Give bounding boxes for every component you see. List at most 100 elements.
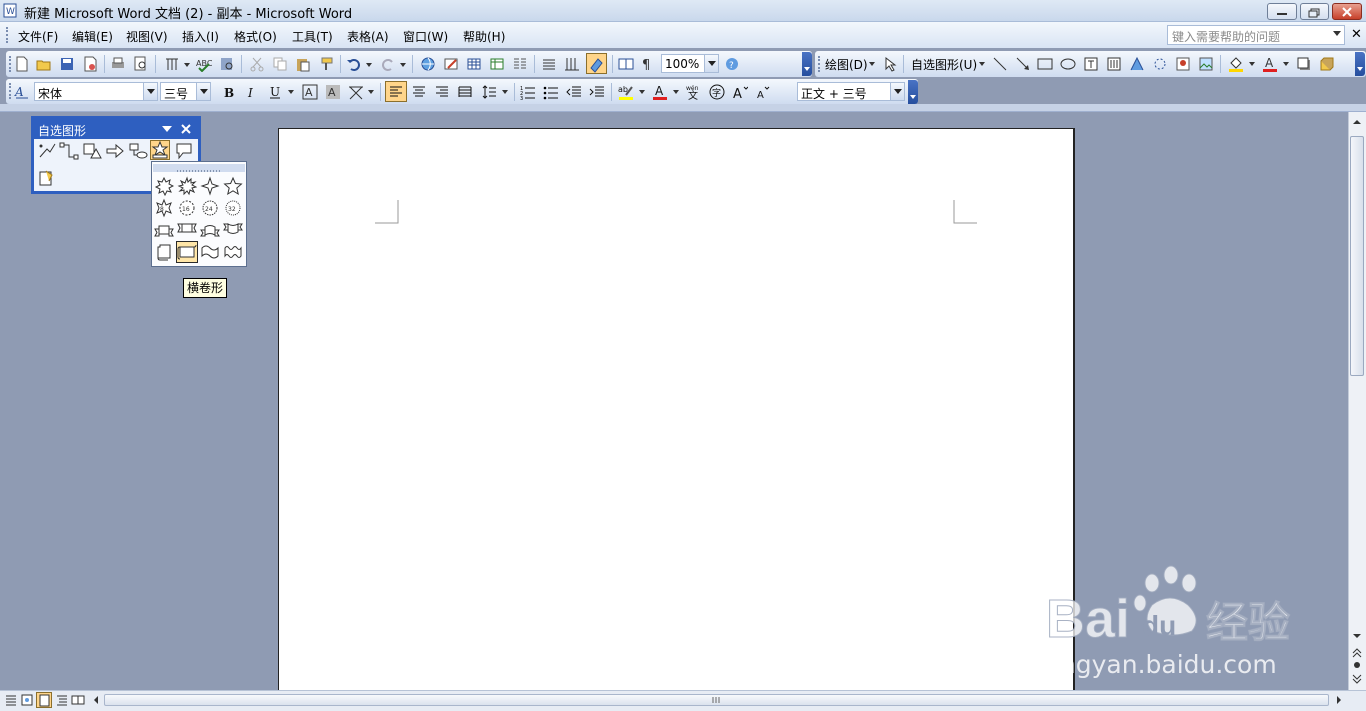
reading-layout-view-icon[interactable] xyxy=(71,693,85,707)
outline-view-icon[interactable] xyxy=(55,693,69,707)
4-point-star-icon[interactable] xyxy=(200,176,220,196)
drawing-toolbar-options-icon[interactable] xyxy=(1355,52,1365,76)
format-painter-icon[interactable] xyxy=(318,56,334,72)
scroll-up-icon[interactable] xyxy=(1350,114,1364,130)
line-icon[interactable] xyxy=(992,56,1008,72)
normal-view-icon[interactable] xyxy=(4,693,18,707)
help-dropdown-icon[interactable] xyxy=(1333,31,1341,36)
curved-down-ribbon-icon[interactable] xyxy=(223,220,243,240)
web-layout-view-icon[interactable] xyxy=(20,693,34,707)
grow-font-icon[interactable]: A xyxy=(732,84,749,102)
close-document-icon[interactable]: ✕ xyxy=(1351,27,1362,42)
print-layout-view-icon[interactable] xyxy=(36,692,52,708)
vertical-textbox-icon[interactable] xyxy=(1106,56,1122,72)
shadow-style-icon[interactable] xyxy=(1296,56,1312,72)
columns-icon[interactable] xyxy=(512,56,528,72)
style-combo[interactable]: 正文 + 三号 xyxy=(797,82,905,101)
vertical-scroll-icon[interactable] xyxy=(154,242,174,262)
save-icon[interactable] xyxy=(59,56,75,72)
bullets-icon[interactable] xyxy=(543,84,559,100)
font-name-dropdown-icon[interactable] xyxy=(143,83,157,100)
read-icon[interactable] xyxy=(618,56,634,72)
scroll-down-icon[interactable] xyxy=(1350,628,1364,644)
standard-toolbar-grip[interactable] xyxy=(9,56,11,72)
styles-formatting-icon[interactable]: A xyxy=(14,83,30,99)
character-scaling-icon[interactable] xyxy=(348,84,364,100)
spelling-icon[interactable]: ABC xyxy=(196,56,213,73)
menu-edit[interactable]: 编辑(E) xyxy=(72,28,113,45)
autoshapes-dropdown-icon[interactable] xyxy=(979,62,985,66)
redo-dropdown-icon[interactable] xyxy=(400,63,406,67)
more-autoshapes-icon[interactable] xyxy=(37,169,57,189)
wave-icon[interactable] xyxy=(200,242,220,262)
select-browse-object-icon[interactable] xyxy=(1350,659,1364,671)
numbering-icon[interactable]: 123 xyxy=(520,84,536,102)
font-color-format-icon[interactable]: A xyxy=(652,83,668,100)
undo-icon[interactable] xyxy=(346,56,362,72)
up-ribbon-icon[interactable] xyxy=(154,220,174,240)
line-spacing-dropdown-icon[interactable] xyxy=(502,90,508,94)
character-scaling-dropdown-icon[interactable] xyxy=(368,90,374,94)
help-search-input[interactable]: 键入需要帮助的问题 xyxy=(1167,25,1345,45)
undo-dropdown-icon[interactable] xyxy=(366,63,372,67)
cut-icon[interactable] xyxy=(249,56,265,72)
fill-color-icon[interactable] xyxy=(1228,55,1244,72)
italic-icon[interactable]: I xyxy=(244,84,260,100)
highlight-dropdown-icon[interactable] xyxy=(639,90,645,94)
connectors-icon[interactable] xyxy=(59,141,79,161)
insert-excel-icon[interactable] xyxy=(489,56,505,72)
menu-file[interactable]: 文件(F) xyxy=(18,28,58,45)
menu-view[interactable]: 视图(V) xyxy=(126,28,168,45)
menu-table[interactable]: 表格(A) xyxy=(347,28,389,45)
formatting-toolbar-grip[interactable] xyxy=(9,83,11,99)
help-icon[interactable]: ? xyxy=(724,56,740,72)
5-point-star-icon[interactable] xyxy=(223,176,243,196)
explosion-2-icon[interactable] xyxy=(177,176,198,196)
font-color-icon[interactable]: A xyxy=(1262,55,1278,72)
autoshapes-menu-button[interactable]: 自选图形(U) xyxy=(911,56,977,73)
paste-icon[interactable] xyxy=(295,56,311,72)
align-right-icon[interactable] xyxy=(434,84,450,100)
menu-help[interactable]: 帮助(H) xyxy=(463,28,505,45)
font-size-combo[interactable]: 三号 xyxy=(160,82,211,101)
character-border-icon[interactable]: A xyxy=(302,84,318,100)
drawing-toggle-icon[interactable] xyxy=(586,53,607,74)
next-page-icon[interactable] xyxy=(1350,671,1364,687)
stars-banners-icon[interactable] xyxy=(150,140,170,160)
lines-icon[interactable] xyxy=(37,141,57,161)
draw-menu-button[interactable]: 绘图(D) xyxy=(825,56,868,73)
formatting-toolbar-options-icon[interactable] xyxy=(908,80,918,104)
enclose-characters-icon[interactable]: 字 xyxy=(709,84,725,100)
zoom-dropdown-icon[interactable] xyxy=(704,55,718,72)
zoom-combo[interactable]: 100% xyxy=(661,54,719,73)
clip-art-icon[interactable] xyxy=(1175,56,1191,72)
font-name-combo[interactable]: 宋体 xyxy=(34,82,158,101)
arrow-icon[interactable] xyxy=(1015,56,1031,72)
drawing-icon[interactable] xyxy=(541,56,557,72)
underline-dropdown-icon[interactable] xyxy=(288,90,294,94)
16-point-star-icon[interactable]: 16 xyxy=(177,198,197,218)
align-left-icon[interactable] xyxy=(385,81,407,102)
down-ribbon-icon[interactable] xyxy=(177,220,197,240)
insert-picture-icon[interactable] xyxy=(1198,56,1214,72)
increase-indent-icon[interactable] xyxy=(589,84,605,100)
research-icon[interactable] xyxy=(164,56,180,72)
double-wave-icon[interactable] xyxy=(223,242,243,262)
callouts-icon[interactable] xyxy=(174,141,194,161)
menu-insert[interactable]: 插入(I) xyxy=(182,28,219,45)
curved-up-ribbon-icon[interactable] xyxy=(200,220,220,240)
menu-tools[interactable]: 工具(T) xyxy=(292,28,333,45)
research-dropdown-icon[interactable] xyxy=(184,63,190,67)
show-hide-icon[interactable]: ¶ xyxy=(640,56,656,73)
insert-table-icon[interactable] xyxy=(466,56,482,72)
font-color-dropdown-icon[interactable] xyxy=(1283,62,1289,66)
minimize-button[interactable] xyxy=(1267,3,1297,20)
scroll-left-icon[interactable] xyxy=(90,693,102,707)
3d-style-icon[interactable] xyxy=(1319,56,1335,72)
fill-color-dropdown-icon[interactable] xyxy=(1249,62,1255,66)
menu-format[interactable]: 格式(O) xyxy=(234,28,277,45)
menu-window[interactable]: 窗口(W) xyxy=(403,28,448,45)
document-map-icon[interactable] xyxy=(564,56,580,72)
print-icon[interactable] xyxy=(110,56,126,72)
redo-icon[interactable] xyxy=(380,56,396,72)
